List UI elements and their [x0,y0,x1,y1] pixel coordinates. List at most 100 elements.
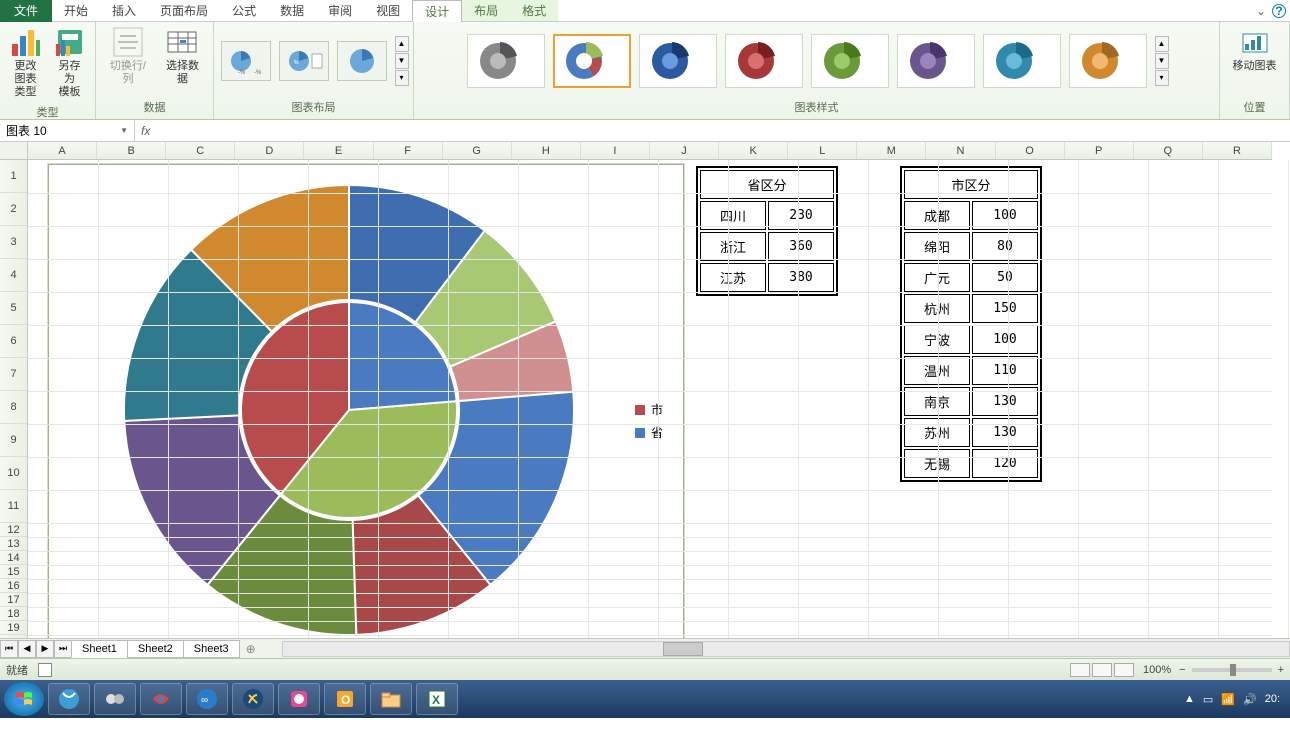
col-R[interactable]: R [1203,142,1272,159]
row-6[interactable]: 6 [0,325,27,358]
row-4[interactable]: 4 [0,259,27,292]
row-2[interactable]: 2 [0,193,27,226]
sheet-nav-prev[interactable]: ◀ [18,640,36,658]
tray-clock[interactable]: 20: [1265,693,1280,705]
tray-battery-icon[interactable]: ▭ [1203,693,1213,706]
col-L[interactable]: L [788,142,857,159]
sheet-nav-next[interactable]: ▶ [36,640,54,658]
col-F[interactable]: F [374,142,443,159]
col-C[interactable]: C [166,142,235,159]
horizontal-scrollbar[interactable] [282,641,1290,657]
province-table[interactable]: 省区分 四川230浙江360江苏380 [696,166,838,296]
worksheet[interactable]: ABCDEFGHIJKLMNOPQR 123456789101112131415… [0,142,1290,658]
chart-style-7[interactable] [983,34,1061,88]
chart-style-1[interactable] [467,34,545,88]
tray-volume-icon[interactable]: 🔊 [1243,693,1257,706]
style-scroll-down[interactable]: ▼ [1155,53,1169,69]
tab-chart-layout[interactable]: 布局 [462,0,510,21]
row-19[interactable]: 19 [0,621,27,635]
sheet-nav-first[interactable]: ⏮ [0,640,18,658]
col-M[interactable]: M [857,142,926,159]
tab-insert[interactable]: 插入 [100,0,148,21]
tab-file[interactable]: 文件 [0,0,52,22]
layout-scroll-up[interactable]: ▲ [395,36,409,52]
table-row[interactable]: 绵阳80 [904,232,1038,261]
chart-style-5[interactable] [811,34,889,88]
tab-view[interactable]: 视图 [364,0,412,21]
system-tray[interactable]: ▲ ▭ 📶 🔊 20: [1184,693,1286,706]
row-16[interactable]: 16 [0,579,27,593]
sheet-tab-1[interactable]: Sheet1 [71,640,128,658]
fx-icon[interactable]: fx [141,124,150,138]
row-headers[interactable]: 12345678910111213141516171819 [0,160,28,658]
chart-style-3[interactable] [639,34,717,88]
table-row[interactable]: 温州110 [904,356,1038,385]
row-9[interactable]: 9 [0,424,27,457]
move-chart-button[interactable]: 移动图表 [1229,24,1281,75]
select-all-corner[interactable] [0,142,28,160]
col-G[interactable]: G [443,142,512,159]
layout-more[interactable]: ▾ [395,70,409,86]
chart-style-2[interactable] [553,34,631,88]
layout-scroll-down[interactable]: ▼ [395,53,409,69]
taskbar-app-4[interactable]: ∞ [186,683,228,715]
tray-network-icon[interactable]: 📶 [1221,693,1235,706]
chart-style-6[interactable] [897,34,975,88]
row-5[interactable]: 5 [0,292,27,325]
col-A[interactable]: A [28,142,97,159]
col-J[interactable]: J [650,142,719,159]
col-H[interactable]: H [512,142,581,159]
row-15[interactable]: 15 [0,565,27,579]
help-icon[interactable]: ? [1272,4,1286,18]
select-data-button[interactable]: 选择数据 [158,24,207,88]
row-18[interactable]: 18 [0,607,27,621]
taskbar-app-7[interactable]: O [324,683,366,715]
row-11[interactable]: 11 [0,490,27,523]
minimize-ribbon-icon[interactable]: ⌄ [1250,4,1272,18]
start-button[interactable] [4,682,44,716]
taskbar-app-1[interactable] [48,683,90,715]
table-row[interactable]: 浙江360 [700,232,834,261]
view-page-layout[interactable] [1092,663,1112,677]
view-page-break[interactable] [1114,663,1134,677]
cells-area[interactable]: 市 省 省区分 四川230浙江360江苏380 市区分 成都100绵阳80广元5… [28,160,1272,658]
row-14[interactable]: 14 [0,551,27,565]
taskbar-app-5[interactable] [232,683,274,715]
col-D[interactable]: D [235,142,304,159]
row-13[interactable]: 13 [0,537,27,551]
row-12[interactable]: 12 [0,523,27,537]
sheet-tab-2[interactable]: Sheet2 [127,640,184,658]
table-row[interactable]: 宁波100 [904,325,1038,354]
macro-record-icon[interactable] [38,663,52,677]
new-sheet-button[interactable]: ⊕ [240,642,262,656]
style-scroll-up[interactable]: ▲ [1155,36,1169,52]
column-headers[interactable]: ABCDEFGHIJKLMNOPQR [28,142,1272,160]
col-P[interactable]: P [1065,142,1134,159]
city-table[interactable]: 市区分 成都100绵阳80广元50杭州150宁波100温州110南京130苏州1… [900,166,1042,482]
row-3[interactable]: 3 [0,226,27,259]
tab-data[interactable]: 数据 [268,0,316,21]
col-Q[interactable]: Q [1134,142,1203,159]
row-1[interactable]: 1 [0,160,27,193]
sheet-nav-last[interactable]: ⏭ [54,640,72,658]
row-7[interactable]: 7 [0,358,27,391]
tab-review[interactable]: 审阅 [316,0,364,21]
row-8[interactable]: 8 [0,391,27,424]
col-O[interactable]: O [996,142,1065,159]
taskbar-app-2[interactable] [94,683,136,715]
table-row[interactable]: 杭州150 [904,294,1038,323]
tab-formulas[interactable]: 公式 [220,0,268,21]
table-row[interactable]: 无锡120 [904,449,1038,478]
col-K[interactable]: K [719,142,788,159]
tab-page-layout[interactable]: 页面布局 [148,0,220,21]
row-17[interactable]: 17 [0,593,27,607]
tab-home[interactable]: 开始 [52,0,100,21]
zoom-slider[interactable] [1192,668,1272,672]
col-E[interactable]: E [304,142,373,159]
taskbar-app-3[interactable] [140,683,182,715]
tray-up-icon[interactable]: ▲ [1184,693,1195,705]
tab-chart-format[interactable]: 格式 [510,0,558,21]
zoom-in[interactable]: + [1278,664,1284,676]
taskbar-app-6[interactable] [278,683,320,715]
table-row[interactable]: 江苏380 [700,263,834,292]
